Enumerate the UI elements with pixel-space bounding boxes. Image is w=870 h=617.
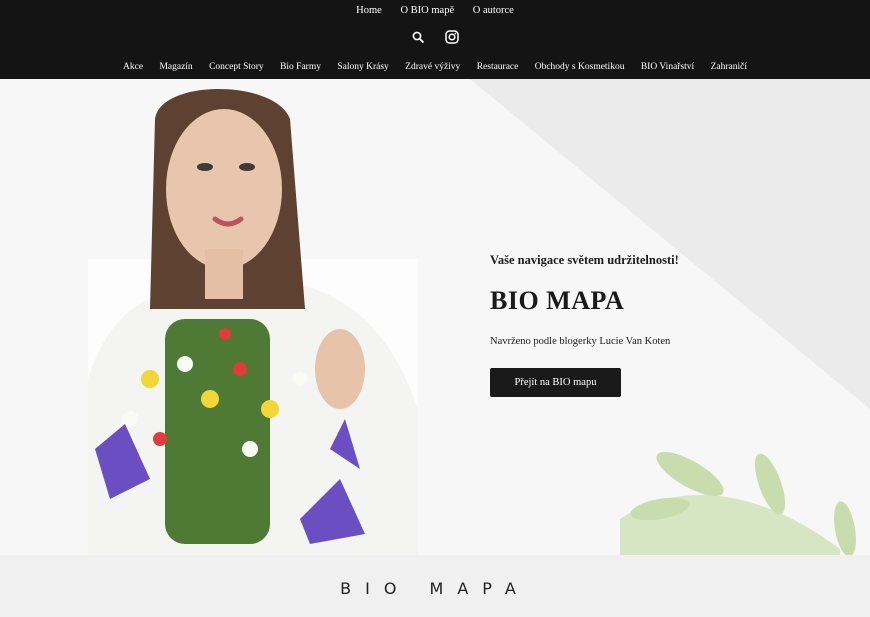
hero-content: Vaše navigace světem udržitelnosti! BIO … [490,253,830,397]
go-to-bio-map-button[interactable]: Přejít na BIO mapu [490,368,621,397]
cat-zahranici[interactable]: Zahraničí [711,62,747,72]
cat-obchody-kosmetika[interactable]: Obchody s Kosmetikou [535,62,625,72]
instagram-icon[interactable] [444,30,459,49]
site-header: Home O BIO mapě O autorce Akce Magazín C… [0,0,870,79]
cat-concept-story[interactable]: Concept Story [209,62,264,72]
background-diagonal-shape [470,79,870,409]
leaf-decoration-icon [620,451,856,555]
cat-restaurace[interactable]: Restaurace [477,62,519,72]
nav-about-map[interactable]: O BIO mapě [400,5,454,16]
hero-tagline: Vaše navigace světem udržitelnosti! [490,253,679,267]
hero-title: BIO MAPA [490,286,625,315]
top-navigation: Home O BIO mapě O autorce [0,5,870,16]
hero-subtitle: Navrženo podle blogerky Lucie Van Koten [490,336,671,347]
cat-zdrave-vyzivy[interactable]: Zdravé výživy [405,62,460,72]
footer-section: BIO MAPA [0,555,870,617]
header-icons [0,30,870,49]
cat-bio-farmy[interactable]: Bio Farmy [280,62,321,72]
search-icon[interactable] [412,31,425,49]
cat-bio-vinarstvi[interactable]: BIO Vinařství [641,62,694,72]
hero-section: Vaše navigace světem udržitelnosti! BIO … [0,79,870,555]
nav-home[interactable]: Home [356,5,382,16]
nav-about-author[interactable]: O autorce [473,5,514,16]
category-navigation: Akce Magazín Concept Story Bio Farmy Sal… [0,62,870,72]
footer-logo[interactable]: BIO MAPA [0,579,870,598]
cat-magazin[interactable]: Magazín [159,62,192,72]
cat-akce[interactable]: Akce [123,62,143,72]
woman-with-flowers-photo [88,89,418,555]
cat-salony-krasy[interactable]: Salony Krásy [337,62,388,72]
